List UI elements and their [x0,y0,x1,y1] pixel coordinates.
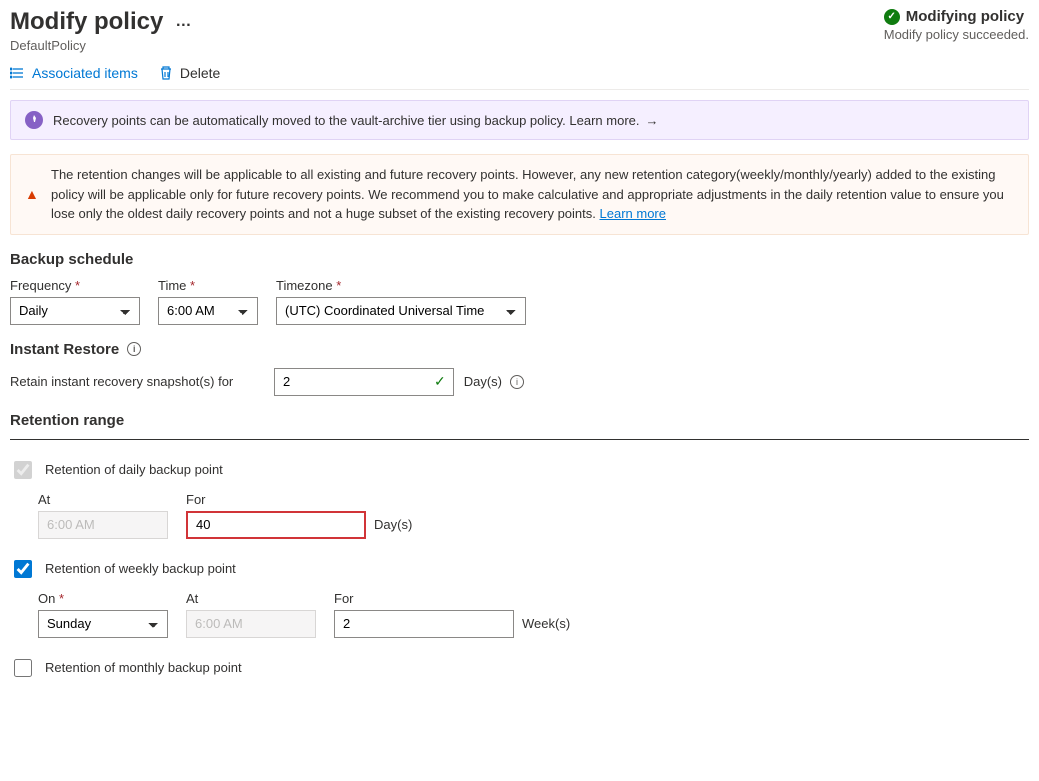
weekly-for-label: For [334,591,570,606]
learn-more-link[interactable]: Learn more [600,206,666,221]
delete-button[interactable]: Delete [158,65,220,81]
warning-text: The retention changes will be applicable… [51,165,1014,224]
archive-banner-text: Recovery points can be automatically mov… [53,113,659,128]
weekly-at-label: At [186,591,316,606]
retention-warning-banner: ▲ The retention changes will be applicab… [10,154,1029,235]
weekly-at-select: 6:00 AM [186,610,316,638]
arrow-right-icon[interactable]: → [646,113,659,128]
more-actions-button[interactable]: … [175,13,192,31]
weekly-unit: Week(s) [522,616,570,631]
associated-items-button[interactable]: Associated items [10,65,138,81]
page-title: Modify policy … [10,8,192,36]
instant-restore-field-label: Retain instant recovery snapshot(s) for [10,374,256,389]
weekly-for-input[interactable] [334,610,514,638]
info-icon[interactable]: i [510,375,524,389]
backup-schedule-heading: Backup schedule [10,251,1029,268]
status-subtitle: Modify policy succeeded. [884,27,1029,42]
page-title-text: Modify policy [10,8,163,36]
weekly-retention-checkbox[interactable] [14,560,32,578]
frequency-label: Frequency [10,278,140,293]
delete-label: Delete [180,65,220,81]
weekly-on-label: On [38,591,168,606]
instant-restore-days-input[interactable] [274,368,454,396]
monthly-retention-label: Retention of monthly backup point [45,660,242,675]
trash-icon [158,65,174,81]
status-title-text: Modifying policy [906,8,1024,25]
section-divider [10,439,1029,440]
archive-info-banner: Recovery points can be automatically mov… [10,100,1029,140]
instant-restore-heading: Instant Restore i [10,341,1029,358]
instant-restore-unit: Day(s) [464,374,502,389]
weekly-retention-label: Retention of weekly backup point [45,561,236,576]
list-icon [10,65,26,81]
associated-items-label: Associated items [32,65,138,81]
frequency-select[interactable]: Daily [10,297,140,325]
rocket-icon [25,111,43,129]
info-icon[interactable]: i [127,342,141,356]
weekly-on-select[interactable]: Sunday [38,610,168,638]
timezone-label: Timezone [276,278,526,293]
daily-retention-checkbox [14,461,32,479]
timezone-select[interactable]: (UTC) Coordinated Universal Time [276,297,526,325]
retention-range-heading: Retention range [10,412,1029,429]
status-panel: ✓ Modifying policy Modify policy succeed… [884,8,1029,42]
daily-at-select: 6:00 AM [38,511,168,539]
success-icon: ✓ [884,9,900,25]
daily-unit: Day(s) [374,517,412,532]
daily-for-input[interactable] [186,511,366,539]
policy-subtitle: DefaultPolicy [10,38,192,53]
time-select[interactable]: 6:00 AM [158,297,258,325]
monthly-retention-checkbox[interactable] [14,659,32,677]
daily-at-label: At [38,492,168,507]
time-label: Time [158,278,258,293]
daily-retention-label: Retention of daily backup point [45,462,223,477]
warning-icon: ▲ [25,186,41,202]
daily-for-label: For [186,492,412,507]
